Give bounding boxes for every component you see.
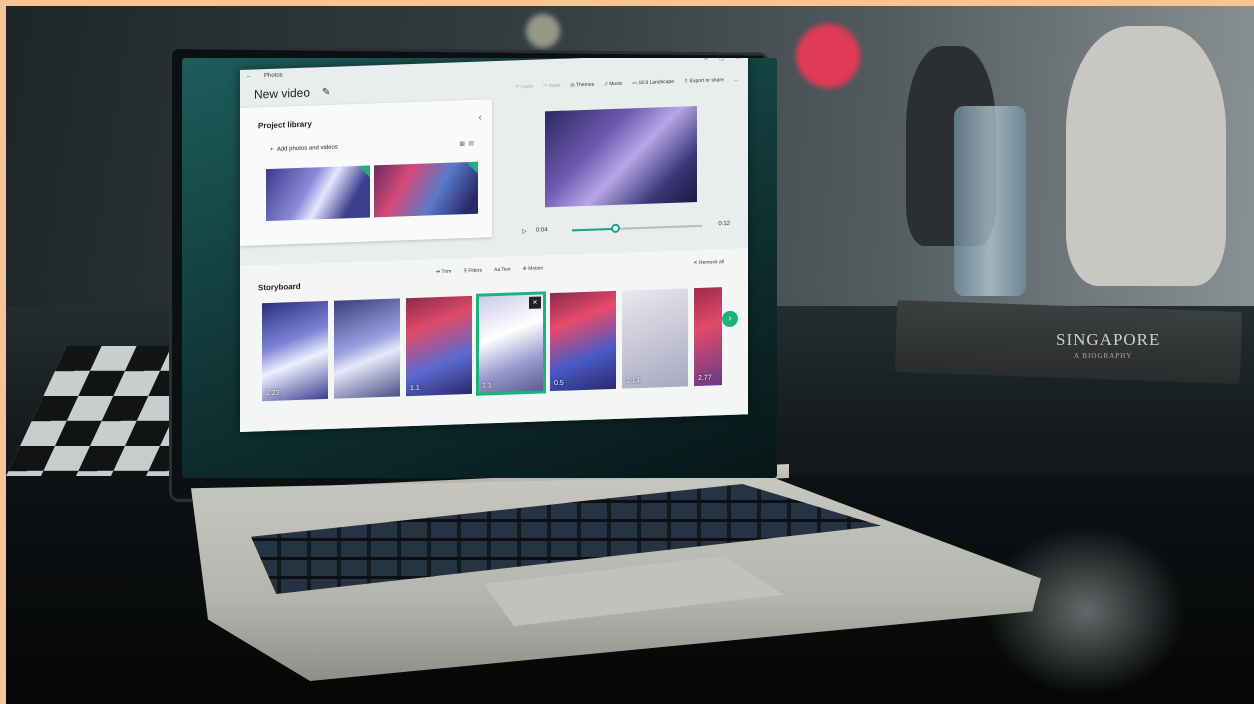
- trim-button[interactable]: ⇹ Trim: [436, 269, 451, 276]
- water-bottle: [954, 106, 1026, 296]
- themes-button[interactable]: ◎ Themes: [570, 82, 594, 89]
- export-button[interactable]: ⇪ Export or share: [684, 77, 724, 84]
- library-title: Project library: [258, 119, 312, 131]
- library-thumbnail[interactable]: [266, 165, 370, 222]
- add-media-button[interactable]: + Add photos and videos: [270, 145, 338, 153]
- storyboard-clips: 2.23 1.1 1.1 × 0.5 1.13 2.77: [262, 287, 722, 402]
- video-preview[interactable]: [545, 106, 697, 208]
- more-button[interactable]: ...: [734, 77, 738, 83]
- project-library-panel: Project library ‹ + Add photos and video…: [240, 99, 492, 246]
- storyboard-clip[interactable]: 1.13: [622, 288, 688, 389]
- current-time: 0:04: [536, 227, 548, 234]
- book-title: SINGAPORE: [1056, 330, 1161, 349]
- playback-controls: ▷ 0:04 0:12: [522, 219, 730, 238]
- book-subtitle: A BIOGRAPHY: [1074, 352, 1133, 360]
- added-marker-icon: [358, 165, 370, 178]
- person-right: [1066, 26, 1226, 286]
- storyboard-clip[interactable]: 1.1: [406, 295, 472, 397]
- clip-duration: 2.23: [266, 389, 280, 398]
- close-icon[interactable]: ×: [736, 58, 740, 62]
- project-title[interactable]: New video: [254, 86, 310, 102]
- clip-duration: 1.1: [482, 382, 492, 390]
- undo-button[interactable]: ↶ Undo: [515, 84, 533, 91]
- text-button[interactable]: Aa Text: [494, 267, 511, 274]
- storyboard-clip[interactable]: 0.5: [550, 290, 616, 392]
- lamp-light: [526, 14, 560, 48]
- added-marker-icon: [466, 161, 478, 175]
- pencil-icon[interactable]: ✎: [322, 87, 330, 98]
- aspect-ratio-button[interactable]: ▭ 16:9 Landscape: [632, 79, 674, 86]
- storyboard-panel: Storyboard ⇹ Trim ⚲ Filters Aa Text ✣ Mo…: [240, 248, 748, 432]
- photos-app-window: ← Photos – □ × New video ✎ ↶ Undo ↷ Redo…: [240, 58, 748, 432]
- storyboard-clip[interactable]: 2.23: [262, 300, 328, 402]
- clip-duration: 1.13: [626, 377, 640, 385]
- storyboard-tools: ⇹ Trim ⚲ Filters Aa Text ✣ Motion: [436, 265, 543, 275]
- music-button[interactable]: ♫ Music: [604, 81, 622, 88]
- view-toggle[interactable]: ▦ ▤: [459, 140, 474, 148]
- chevron-left-icon[interactable]: ‹: [478, 112, 482, 124]
- storyboard-title: Storyboard: [258, 281, 301, 293]
- seek-knob[interactable]: [610, 223, 620, 234]
- total-time: 0:12: [718, 220, 730, 228]
- maximize-icon[interactable]: □: [720, 58, 724, 62]
- red-light: [796, 24, 860, 88]
- motion-button[interactable]: ✣ Motion: [523, 265, 544, 272]
- back-arrow-icon[interactable]: ←: [246, 74, 252, 80]
- library-thumbnails: [266, 161, 478, 222]
- seek-bar[interactable]: [572, 223, 702, 234]
- storyboard-clip[interactable]: [334, 298, 400, 399]
- laptop-screen: ← Photos – □ × New video ✎ ↶ Undo ↷ Redo…: [182, 58, 777, 478]
- clip-duration: 2.77: [698, 374, 712, 383]
- seek-bar-fill: [572, 227, 615, 232]
- library-thumbnail[interactable]: [374, 161, 478, 218]
- storyboard-clip[interactable]: 2.77: [694, 287, 722, 387]
- clip-duration: 1.1: [410, 384, 420, 393]
- clip-duration: 0.5: [554, 379, 564, 388]
- close-icon[interactable]: ×: [529, 296, 541, 309]
- chevron-right-icon[interactable]: ›: [722, 310, 738, 328]
- toolbar: ↶ Undo ↷ Redo ◎ Themes ♫ Music ▭ 16:9 La…: [515, 77, 738, 91]
- filters-button[interactable]: ⚲ Filters: [463, 268, 482, 275]
- redo-button[interactable]: ↷ Redo: [543, 83, 561, 90]
- window-title: Photos: [264, 72, 283, 80]
- storyboard-clip[interactable]: 1.1 ×: [476, 291, 546, 396]
- photo-frame: SINGAPORE A BIOGRAPHY ← Photos – □ × New…: [6, 6, 1254, 704]
- play-icon[interactable]: ▷: [522, 228, 527, 235]
- remove-all-button[interactable]: ✕ Remove all: [693, 259, 724, 266]
- minimize-icon[interactable]: –: [704, 58, 708, 63]
